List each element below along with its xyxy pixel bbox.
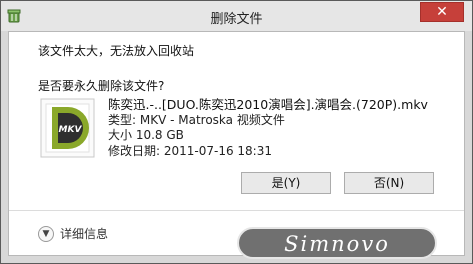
window-title: 删除文件 [210,12,263,27]
chevron-down-icon[interactable]: ▼ [38,225,54,242]
title-bar[interactable]: 删除文件 ✕ [1,1,472,31]
file-name: 陈奕迅.-..[DUO.陈奕迅2010演唱会].演唱会.(720P).mkv [108,97,428,112]
file-size: 大小 10.8 GB [108,128,184,142]
no-button[interactable]: 否(N) [344,172,434,194]
confirm-question: 是否要永久删除该文件? [38,79,165,93]
close-button[interactable]: ✕ [420,2,464,22]
file-info: 陈奕迅.-..[DUO.陈奕迅2010演唱会].演唱会.(720P).mkv 类… [108,97,428,159]
watermark-badge: Simnovo [237,227,437,259]
details-toggle-row[interactable]: ▼ 详细信息 [38,225,108,242]
mkv-file-icon: MKV [40,98,95,158]
details-label[interactable]: 详细信息 [60,225,108,242]
dialog-content: 该文件太大，无法放入回收站 是否要永久删除该文件? MKV 陈奕迅.-..[DU… [8,31,465,259]
file-modified-date: 修改日期: 2011-07-16 18:31 [108,143,272,158]
file-type: 类型: MKV - Matroska 视频文件 [108,112,285,127]
yes-button[interactable]: 是(Y) [241,172,331,194]
size-warning-message: 该文件太大，无法放入回收站 [38,44,195,58]
separator [9,210,464,211]
delete-file-dialog: 删除文件 ✕ 该文件太大，无法放入回收站 是否要永久删除该文件? MKV 陈奕迅… [0,0,473,264]
mkv-icon-label: MKV [59,125,83,135]
